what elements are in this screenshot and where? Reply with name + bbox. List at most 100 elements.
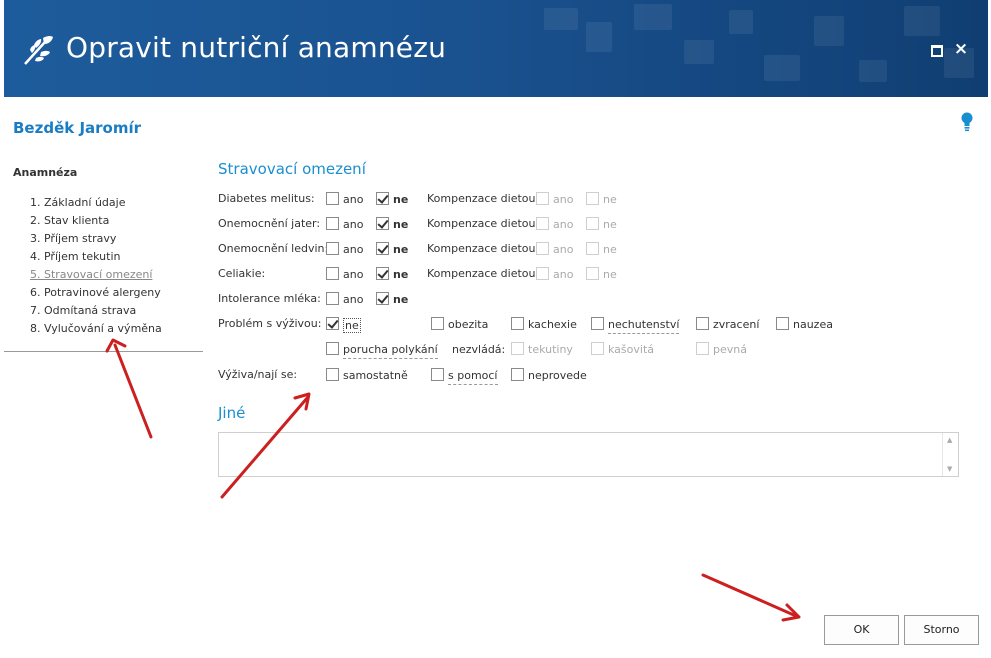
diabetes-komp-ne-checkbox[interactable] [586,192,599,205]
option-label: kašovitá [608,343,654,356]
other-title: Jiné [218,404,246,422]
section-title: Stravovací omezení [218,160,366,178]
sidebar-item-prijem-stravy[interactable]: 3. Příjem stravy [30,232,162,250]
scroll-down-icon[interactable]: ▼ [947,465,952,473]
header-decoration [524,0,988,97]
maximize-button[interactable] [928,41,944,57]
option-label: ne [343,318,361,333]
option-label: pevná [713,343,747,356]
textarea-scrollbar[interactable]: ▲ ▼ [942,433,958,476]
option-label: ano [343,268,364,281]
lightbulb-icon[interactable] [960,112,974,132]
problem-label: Problém s výživou: [218,317,322,330]
sidebar-title: Anamnéza [13,166,78,179]
sidebar-item-odmitana-strava[interactable]: 7. Odmítaná strava [30,304,162,322]
option-label: nechutenství [608,318,680,334]
option-label: porucha polykání [343,343,438,359]
window-header: Opravit nutriční anamnézu × [4,0,988,97]
option-label: samostatně [343,369,408,382]
ok-button[interactable]: OK [824,615,899,645]
sidebar-item-vylucovani-a-vymena[interactable]: 8. Vylučování a výměna [30,322,162,340]
scroll-up-icon[interactable]: ▲ [947,436,952,444]
option-label: ne [603,268,617,281]
option-label: ne [393,218,409,231]
tekutiny-checkbox[interactable] [511,342,524,355]
sidebar-item-prijem-tekutin[interactable]: 4. Příjem tekutin [30,250,162,268]
sidebar-divider [4,351,203,352]
jater-komp-ne-checkbox[interactable] [586,217,599,230]
kachexie-checkbox[interactable] [511,317,524,330]
kompenzace-label: Kompenzace dietou: [427,217,540,230]
celiakie-ano-checkbox[interactable] [326,267,339,280]
nechutenstvi-checkbox[interactable] [591,317,604,330]
sidebar-nav: 1. Základní údaje 2. Stav klienta 3. Pří… [30,196,162,340]
sidebar-item-stav-klienta[interactable]: 2. Stav klienta [30,214,162,232]
intolerance-ne-checkbox[interactable] [376,292,389,305]
option-label: ne [603,243,617,256]
close-button[interactable]: × [953,41,969,58]
sidebar-item-potravinove-alergeny[interactable]: 6. Potravinové alergeny [30,286,162,304]
option-label: zvracení [713,318,760,331]
row-label: Onemocnění ledvin: [218,242,329,255]
storno-button[interactable]: Storno [904,615,979,645]
option-label: obezita [448,318,489,331]
option-label: ne [393,268,409,281]
problem-ne-checkbox[interactable] [326,317,339,330]
option-label: neprovede [528,369,587,382]
kasovita-checkbox[interactable] [591,342,604,355]
celiakie-komp-ne-checkbox[interactable] [586,267,599,280]
row-label: Celiakie: [218,267,266,280]
ledvin-komp-ne-checkbox[interactable] [586,242,599,255]
intolerance-ano-checkbox[interactable] [326,292,339,305]
option-label: ne [393,193,409,206]
row-label: Intolerance mléka: [218,292,321,305]
diabetes-komp-ano-checkbox[interactable] [536,192,549,205]
option-label: ano [343,293,364,306]
zvraceni-checkbox[interactable] [696,317,709,330]
pevna-checkbox[interactable] [696,342,709,355]
option-label: ano [343,193,364,206]
sidebar-item-zakladni-udaje[interactable]: 1. Základní údaje [30,196,162,214]
sidebar-item-stravovaci-omezeni[interactable]: 5. Stravovací omezení [30,268,162,286]
jater-komp-ano-checkbox[interactable] [536,217,549,230]
option-label: ne [603,218,617,231]
option-label: s pomocí [448,369,498,385]
option-label: nauzea [793,318,833,331]
kompenzace-label: Kompenzace dietou: [427,242,540,255]
celiakie-ne-checkbox[interactable] [376,267,389,280]
diabetes-ne-checkbox[interactable] [376,192,389,205]
other-textarea[interactable]: ▲ ▼ [218,432,959,477]
kompenzace-label: Kompenzace dietou: [427,267,540,280]
option-label: ne [603,193,617,206]
option-label: ano [343,218,364,231]
ledvin-ano-checkbox[interactable] [326,242,339,255]
jater-ne-checkbox[interactable] [376,217,389,230]
patient-name: Bezděk Jaromír [13,119,142,137]
porucha-polykani-checkbox[interactable] [326,342,339,355]
option-label: ne [393,243,409,256]
neprovede-checkbox[interactable] [511,368,524,381]
option-label: ano [553,193,574,206]
option-label: ano [553,218,574,231]
nauzea-checkbox[interactable] [776,317,789,330]
kompenzace-label: Kompenzace dietou: [427,192,540,205]
ledvin-komp-ano-checkbox[interactable] [536,242,549,255]
obezita-checkbox[interactable] [431,317,444,330]
s-pomoci-checkbox[interactable] [431,368,444,381]
wheat-icon [24,36,53,65]
samostatne-checkbox[interactable] [326,368,339,381]
celiakie-komp-ano-checkbox[interactable] [536,267,549,280]
nezvlada-label: nezvládá: [452,343,506,356]
ledvin-ne-checkbox[interactable] [376,242,389,255]
arrow-ok [701,573,801,622]
option-label: ano [553,243,574,256]
window-title: Opravit nutriční anamnézu [66,31,447,64]
vyziva-label: Výživa/nají se: [218,368,298,381]
option-label: ne [393,293,409,306]
row-label: Onemocnění jater: [218,217,321,230]
diabetes-ano-checkbox[interactable] [326,192,339,205]
row-label: Diabetes melitus: [218,192,315,205]
option-label: ano [553,268,574,281]
jater-ano-checkbox[interactable] [326,217,339,230]
option-label: kachexie [528,318,577,331]
